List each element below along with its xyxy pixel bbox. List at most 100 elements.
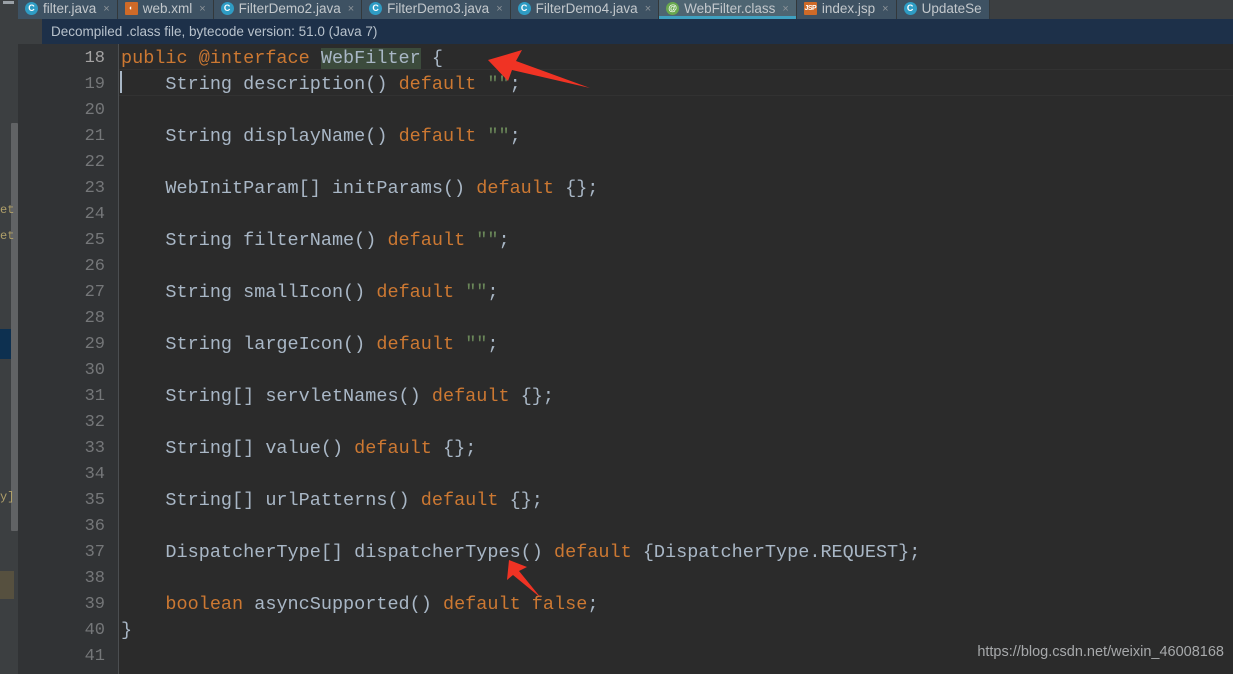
code-line: boolean asyncSupported() default false; xyxy=(121,592,598,618)
background-highlight-row xyxy=(0,571,14,599)
code-token: ; xyxy=(587,594,599,615)
code-token: initParams() xyxy=(331,178,477,199)
code-token: DispatcherType[] xyxy=(121,542,355,563)
editor-tab-label: index.jsp xyxy=(821,1,876,16)
code-line: String displayName() default ""; xyxy=(121,124,521,150)
line-number: 28 xyxy=(84,309,105,328)
code-line: DispatcherType[] dispatcherTypes() defau… xyxy=(121,540,920,566)
code-token: default xyxy=(476,178,566,199)
code-token: dispatcherTypes() xyxy=(354,542,554,563)
code-token: asyncSupported() xyxy=(254,594,443,615)
line-number: 19 xyxy=(84,75,105,94)
code-line: WebInitParam[] initParams() default {}; xyxy=(121,176,598,202)
close-icon[interactable]: × xyxy=(103,3,109,15)
editor-tab-index-jsp[interactable]: JSP index.jsp × xyxy=(796,0,897,19)
line-number: 31 xyxy=(84,387,105,406)
decompiled-class-notification-banner: Decompiled .class file, bytecode version… xyxy=(42,19,1233,44)
editor-tab-label: FilterDemo3.java xyxy=(387,1,490,16)
code-token: false xyxy=(531,594,588,615)
code-token: default xyxy=(442,594,532,615)
line-number: 18 xyxy=(84,49,105,68)
line-number: 41 xyxy=(84,647,105,666)
editor-tab-filterdemo2-java[interactable]: C FilterDemo2.java × xyxy=(213,0,363,19)
code-token: ; xyxy=(509,74,521,95)
line-number: 21 xyxy=(84,127,105,146)
code-token: String xyxy=(121,230,244,251)
editor-tab-webfilter-class[interactable]: @ WebFilter.class × xyxy=(659,0,797,19)
jsp-file-icon: JSP xyxy=(803,2,817,15)
close-icon[interactable]: × xyxy=(348,3,354,15)
code-token: WebInitParam[] xyxy=(121,178,332,199)
code-line: String[] value() default {}; xyxy=(121,436,476,462)
editor-tab-filterdemo4-java[interactable]: C FilterDemo4.java × xyxy=(510,0,660,19)
code-token: default xyxy=(387,230,477,251)
code-token: default xyxy=(376,334,466,355)
code-token: "" xyxy=(465,282,488,303)
code-line: public @interface WebFilter { xyxy=(121,46,443,72)
code-token: "" xyxy=(487,126,510,147)
line-number: 30 xyxy=(84,361,105,380)
code-token: ; xyxy=(509,126,521,147)
code-token: {}; xyxy=(565,178,599,199)
code-token: ; xyxy=(487,282,499,303)
line-number: 25 xyxy=(84,231,105,250)
code-token: String xyxy=(121,282,244,303)
code-token: description() xyxy=(243,74,399,95)
line-number-gutter[interactable]: 18 19 20 21 22 23 24 25 26 27 28 29 30 31 32 33 34 35 36 37… xyxy=(18,44,119,674)
code-token: { xyxy=(420,48,443,69)
close-icon[interactable]: × xyxy=(645,3,651,15)
java-class-icon: C xyxy=(220,2,234,15)
editor-tab-bar: Cfilter.java × ◐ web.xml × C FilterDemo2.java ×… xyxy=(0,0,1233,19)
close-icon[interactable]: × xyxy=(199,3,205,15)
code-token: default xyxy=(398,126,488,147)
code-token: WebFilter xyxy=(320,48,421,69)
editor-tab-label: FilterDemo4.java xyxy=(535,1,638,16)
code-token: String[] xyxy=(121,490,266,511)
close-icon[interactable]: × xyxy=(882,3,888,15)
line-number: 24 xyxy=(84,205,105,224)
code-line: String[] servletNames() default {}; xyxy=(121,384,554,410)
code-token: "" xyxy=(465,334,488,355)
code-token: {}; xyxy=(520,386,554,407)
line-number: 34 xyxy=(84,465,105,484)
line-number: 32 xyxy=(84,413,105,432)
code-line: String description() default ""; xyxy=(121,72,521,98)
code-token: {}; xyxy=(509,490,543,511)
editor-tab-filterdemo3-java[interactable]: C FilterDemo3.java × xyxy=(362,0,511,19)
java-class-icon: C xyxy=(903,2,917,15)
code-text-area[interactable]: public @interface WebFilter { String des… xyxy=(119,44,1233,674)
code-token: boolean xyxy=(121,594,255,615)
banner-left-gutter-pad xyxy=(18,19,42,44)
close-icon[interactable]: × xyxy=(782,3,788,15)
code-token: @interface xyxy=(198,48,321,69)
code-editor-panel: Decompiled .class file, bytecode version… xyxy=(18,19,1233,674)
editor-tab-label: filter.java xyxy=(43,1,97,16)
editor-tab-filter-java[interactable]: Cfilter.java × xyxy=(18,0,118,19)
code-token: default xyxy=(354,438,443,459)
code-line: String largeIcon() default ""; xyxy=(121,332,499,358)
editor-tab-updatese[interactable]: C UpdateSe xyxy=(896,0,990,19)
line-number: 40 xyxy=(84,621,105,640)
code-token: {DispatcherType.REQUEST}; xyxy=(642,542,921,563)
code-token: String xyxy=(121,74,244,95)
code-token: default xyxy=(398,74,488,95)
blog-url-watermark: https://blog.csdn.net/weixin_46008168 xyxy=(977,644,1224,660)
line-number: 38 xyxy=(84,569,105,588)
line-number: 26 xyxy=(84,257,105,276)
code-token: {}; xyxy=(442,438,477,459)
code-token: } xyxy=(121,620,133,641)
annotation-class-icon: @ xyxy=(666,2,680,15)
code-token: smallIcon() xyxy=(243,282,377,303)
code-token: ; xyxy=(498,230,510,251)
code-token: value() xyxy=(265,438,355,459)
code-token: String[] xyxy=(121,438,266,459)
line-number: 35 xyxy=(84,491,105,510)
editor-tab-web-xml[interactable]: ◐ web.xml × xyxy=(117,0,214,19)
code-token: default xyxy=(420,490,510,511)
code-token: ; xyxy=(487,334,499,355)
code-token: String xyxy=(121,126,244,147)
close-icon[interactable]: × xyxy=(496,3,502,15)
code-line: String filterName() default ""; xyxy=(121,228,510,254)
line-number: 39 xyxy=(84,595,105,614)
line-number: 23 xyxy=(84,179,105,198)
